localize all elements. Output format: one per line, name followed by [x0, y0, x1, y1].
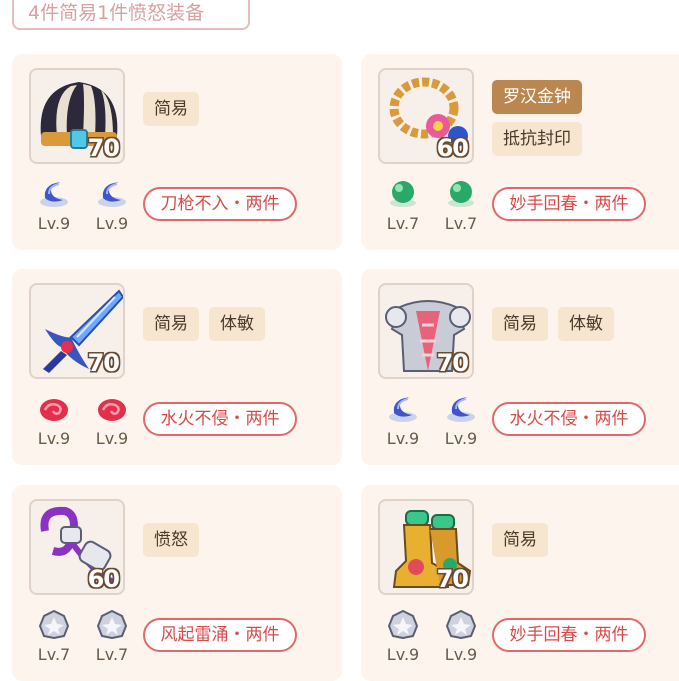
equipment-level: 60	[436, 134, 469, 162]
gem-slot[interactable]: Lv.7	[32, 609, 76, 664]
equipment-card-necklace[interactable]: 60 罗汉金钟 抵抗封印 Lv.7 Lv.7 妙手回春・两件	[361, 54, 679, 250]
green-orb-gem-icon	[448, 181, 474, 207]
attribute-tag: 体敏	[209, 307, 265, 341]
attribute-tags: 简易 体敏	[492, 307, 614, 341]
gem-level: Lv.7	[386, 214, 420, 233]
set-bonus-badge[interactable]: 妙手回春・两件	[492, 618, 646, 652]
gem-slots: Lv.7 Lv.7	[32, 609, 136, 669]
gem-slots: Lv.9 Lv.9	[32, 393, 136, 453]
red-swirl-gem-icon	[40, 399, 68, 421]
set-bonus-badge[interactable]: 水火不侵・两件	[143, 402, 297, 436]
gem-level: Lv.9	[386, 429, 420, 448]
gem-level: Lv.7	[37, 645, 71, 664]
gem-level: Lv.9	[37, 429, 71, 448]
gem-level: Lv.9	[95, 214, 129, 233]
attribute-tag: 愤怒	[143, 523, 199, 557]
equipment-level: 70	[436, 349, 469, 377]
gem-level: Lv.9	[444, 429, 478, 448]
blue-moon-gem-icon	[389, 397, 417, 422]
gem-slot[interactable]: Lv.9	[439, 609, 483, 664]
blue-moon-gem-icon	[98, 182, 126, 207]
gem-slot[interactable]: Lv.9	[32, 178, 76, 233]
attribute-tag: 简易	[143, 92, 199, 126]
attribute-tag: 简易	[492, 307, 548, 341]
silver-star-gem-icon	[445, 609, 477, 639]
gem-slot[interactable]: Lv.9	[32, 393, 76, 448]
equipment-card-sword[interactable]: 70 简易 体敏 Lv.9 Lv.9 水火不侵・两件	[12, 269, 342, 465]
attribute-tags: 简易	[143, 92, 199, 126]
equipment-card-belt[interactable]: 60 愤怒 Lv.7 Lv.7 风起雷涌・两件	[12, 485, 342, 681]
equipment-portrait[interactable]: 70	[29, 68, 125, 164]
set-bonus-badge[interactable]: 风起雷涌・两件	[143, 618, 297, 652]
equipment-portrait[interactable]: 70	[378, 499, 474, 595]
equipment-card-boots[interactable]: 70 简易 Lv.9 Lv.9 妙手回春・两件	[361, 485, 679, 681]
gem-slot[interactable]: Lv.9	[90, 393, 134, 448]
gem-slot[interactable]: Lv.7	[439, 178, 483, 233]
equipment-portrait[interactable]: 60	[29, 499, 125, 595]
attribute-tags: 愤怒	[143, 523, 199, 557]
gem-level: Lv.9	[386, 645, 420, 664]
gem-slots: Lv.9 Lv.9	[381, 609, 485, 669]
blue-moon-gem-icon	[447, 397, 475, 422]
gem-slot[interactable]: Lv.9	[90, 178, 134, 233]
gem-level: Lv.9	[37, 214, 71, 233]
red-swirl-gem-icon	[98, 399, 126, 421]
gem-slots: Lv.7 Lv.7	[381, 178, 485, 238]
equipment-level: 70	[87, 134, 120, 162]
equipment-portrait[interactable]: 60	[378, 68, 474, 164]
equipment-level: 70	[87, 349, 120, 377]
silver-star-gem-icon	[96, 609, 128, 639]
attribute-tag: 简易	[492, 523, 548, 557]
gem-slot[interactable]: Lv.7	[381, 178, 425, 233]
equipment-summary-tag: 4件简易1件愤怒装备	[12, 0, 250, 30]
attribute-tag: 抵抗封印	[492, 122, 582, 156]
equipment-card-armor[interactable]: 70 简易 体敏 Lv.9 Lv.9 水火不侵・两件	[361, 269, 679, 465]
equipment-portrait[interactable]: 70	[29, 283, 125, 379]
gem-slot[interactable]: Lv.9	[381, 393, 425, 448]
equipment-portrait[interactable]: 70	[378, 283, 474, 379]
equipment-level: 70	[436, 565, 469, 593]
gem-slot[interactable]: Lv.7	[90, 609, 134, 664]
equipment-level: 60	[87, 565, 120, 593]
gem-slot[interactable]: Lv.9	[381, 609, 425, 664]
gem-level: Lv.9	[95, 429, 129, 448]
set-bonus-badge[interactable]: 刀枪不入・两件	[143, 187, 297, 221]
gem-slots: Lv.9 Lv.9	[381, 393, 485, 453]
attribute-tags: 简易 体敏	[143, 307, 265, 341]
green-orb-gem-icon	[390, 181, 416, 207]
special-skill-tag: 罗汉金钟	[492, 80, 582, 114]
attribute-tag: 简易	[143, 307, 199, 341]
attribute-tag: 体敏	[558, 307, 614, 341]
gem-slot[interactable]: Lv.9	[439, 393, 483, 448]
gem-level: Lv.9	[444, 645, 478, 664]
blue-moon-gem-icon	[40, 182, 68, 207]
gem-level: Lv.7	[95, 645, 129, 664]
equipment-card-helmet[interactable]: 70 简易 Lv.9 Lv.9 刀枪不入・两件	[12, 54, 342, 250]
set-bonus-badge[interactable]: 水火不侵・两件	[492, 402, 646, 436]
attribute-tags: 简易	[492, 523, 548, 557]
silver-star-gem-icon	[387, 609, 419, 639]
gem-slots: Lv.9 Lv.9	[32, 178, 136, 238]
silver-star-gem-icon	[38, 609, 70, 639]
gem-level: Lv.7	[444, 214, 478, 233]
attribute-tags: 罗汉金钟 抵抗封印	[492, 80, 582, 156]
set-bonus-badge[interactable]: 妙手回春・两件	[492, 187, 646, 221]
